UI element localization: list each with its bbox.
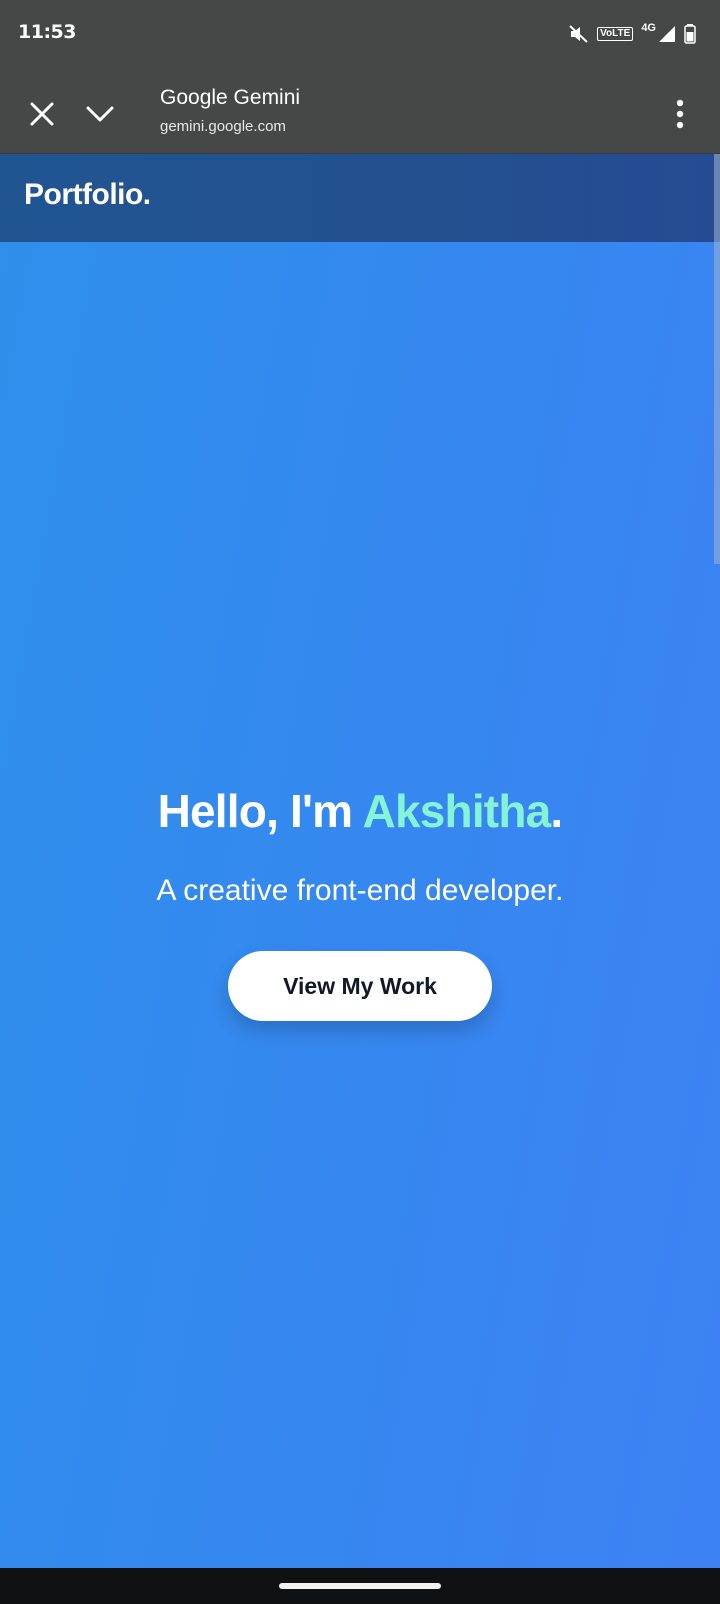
view-my-work-button[interactable]: View My Work bbox=[228, 951, 492, 1021]
tab-page-url: gemini.google.com bbox=[160, 118, 286, 135]
status-icons: VoLTE 4G bbox=[569, 22, 696, 46]
page-scrollbar[interactable] bbox=[714, 154, 720, 564]
chevron-down-icon[interactable] bbox=[82, 96, 118, 132]
home-gesture-handle[interactable] bbox=[279, 1583, 441, 1589]
volte-icon: VoLTE bbox=[597, 27, 634, 41]
status-time: 11:53 bbox=[18, 21, 76, 43]
hero-greeting: Hello, I'm bbox=[157, 785, 363, 837]
system-navigation-bar bbox=[0, 1568, 720, 1604]
site-header: Portfolio. bbox=[0, 154, 720, 242]
tab-page-title: Google Gemini bbox=[160, 86, 301, 109]
hero-title: Hello, I'm Akshitha. bbox=[0, 784, 720, 838]
site-logo[interactable]: Portfolio. bbox=[24, 178, 151, 212]
hero-title-period: . bbox=[550, 785, 563, 837]
web-page-content: Portfolio. Hello, I'm Akshitha. A creati… bbox=[0, 154, 720, 1568]
mute-icon bbox=[569, 25, 589, 43]
status-bar: 11:53 VoLTE 4G bbox=[0, 0, 720, 66]
more-vert-icon[interactable] bbox=[668, 96, 692, 132]
browser-custom-tab-bar: Google Gemini gemini.google.com bbox=[0, 66, 720, 154]
network-type-label: 4G bbox=[641, 22, 656, 34]
close-icon[interactable] bbox=[24, 96, 60, 132]
hero-name: Akshitha bbox=[362, 785, 552, 837]
signal-icon bbox=[658, 25, 676, 43]
battery-icon bbox=[684, 24, 696, 44]
hero-subtitle: A creative front-end developer. bbox=[156, 874, 564, 907]
